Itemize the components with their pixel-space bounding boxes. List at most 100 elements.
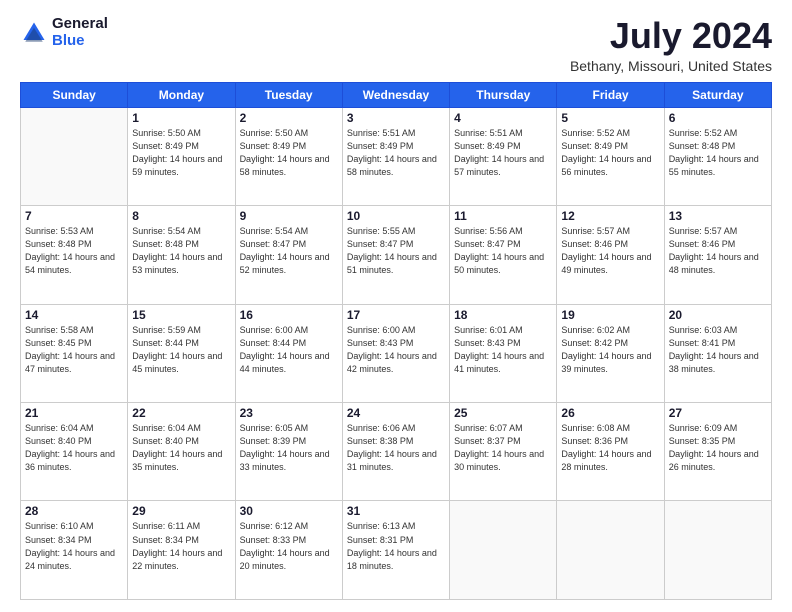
calendar-cell: 19 Sunrise: 6:02 AM Sunset: 8:42 PM Dayl… — [557, 304, 664, 402]
day-info: Sunrise: 6:02 AM Sunset: 8:42 PM Dayligh… — [561, 324, 659, 376]
calendar-table: SundayMondayTuesdayWednesdayThursdayFrid… — [20, 82, 772, 600]
calendar-day-header: Friday — [557, 82, 664, 107]
day-info: Sunrise: 6:06 AM Sunset: 8:38 PM Dayligh… — [347, 422, 445, 474]
calendar-cell: 8 Sunrise: 5:54 AM Sunset: 8:48 PM Dayli… — [128, 206, 235, 304]
calendar-cell — [557, 501, 664, 600]
calendar-cell: 14 Sunrise: 5:58 AM Sunset: 8:45 PM Dayl… — [21, 304, 128, 402]
day-number: 27 — [669, 406, 767, 420]
day-number: 25 — [454, 406, 552, 420]
calendar-cell: 11 Sunrise: 5:56 AM Sunset: 8:47 PM Dayl… — [450, 206, 557, 304]
day-info: Sunrise: 5:50 AM Sunset: 8:49 PM Dayligh… — [132, 127, 230, 179]
calendar-week-row: 28 Sunrise: 6:10 AM Sunset: 8:34 PM Dayl… — [21, 501, 772, 600]
day-number: 17 — [347, 308, 445, 322]
calendar-day-header: Saturday — [664, 82, 771, 107]
calendar-cell: 28 Sunrise: 6:10 AM Sunset: 8:34 PM Dayl… — [21, 501, 128, 600]
day-info: Sunrise: 5:57 AM Sunset: 8:46 PM Dayligh… — [561, 225, 659, 277]
calendar-cell: 4 Sunrise: 5:51 AM Sunset: 8:49 PM Dayli… — [450, 107, 557, 205]
day-number: 20 — [669, 308, 767, 322]
title-block: July 2024 Bethany, Missouri, United Stat… — [570, 16, 772, 74]
month-year: July 2024 — [570, 16, 772, 56]
calendar-day-header: Tuesday — [235, 82, 342, 107]
calendar-cell: 10 Sunrise: 5:55 AM Sunset: 8:47 PM Dayl… — [342, 206, 449, 304]
day-number: 21 — [25, 406, 123, 420]
day-number: 30 — [240, 504, 338, 518]
day-info: Sunrise: 6:00 AM Sunset: 8:43 PM Dayligh… — [347, 324, 445, 376]
logo-blue: Blue — [52, 33, 108, 50]
calendar-week-row: 7 Sunrise: 5:53 AM Sunset: 8:48 PM Dayli… — [21, 206, 772, 304]
day-info: Sunrise: 6:00 AM Sunset: 8:44 PM Dayligh… — [240, 324, 338, 376]
day-info: Sunrise: 6:11 AM Sunset: 8:34 PM Dayligh… — [132, 520, 230, 572]
calendar-cell: 13 Sunrise: 5:57 AM Sunset: 8:46 PM Dayl… — [664, 206, 771, 304]
day-info: Sunrise: 6:04 AM Sunset: 8:40 PM Dayligh… — [132, 422, 230, 474]
day-number: 12 — [561, 209, 659, 223]
logo-general: General — [52, 16, 108, 33]
calendar-cell: 31 Sunrise: 6:13 AM Sunset: 8:31 PM Dayl… — [342, 501, 449, 600]
day-number: 1 — [132, 111, 230, 125]
calendar-cell: 20 Sunrise: 6:03 AM Sunset: 8:41 PM Dayl… — [664, 304, 771, 402]
calendar-cell: 12 Sunrise: 5:57 AM Sunset: 8:46 PM Dayl… — [557, 206, 664, 304]
calendar-cell — [21, 107, 128, 205]
day-info: Sunrise: 5:54 AM Sunset: 8:47 PM Dayligh… — [240, 225, 338, 277]
day-number: 6 — [669, 111, 767, 125]
day-info: Sunrise: 5:54 AM Sunset: 8:48 PM Dayligh… — [132, 225, 230, 277]
calendar-cell: 21 Sunrise: 6:04 AM Sunset: 8:40 PM Dayl… — [21, 403, 128, 501]
logo-icon — [20, 19, 48, 47]
day-info: Sunrise: 5:56 AM Sunset: 8:47 PM Dayligh… — [454, 225, 552, 277]
calendar-cell: 15 Sunrise: 5:59 AM Sunset: 8:44 PM Dayl… — [128, 304, 235, 402]
day-number: 31 — [347, 504, 445, 518]
day-info: Sunrise: 5:50 AM Sunset: 8:49 PM Dayligh… — [240, 127, 338, 179]
logo: General Blue — [20, 16, 108, 49]
day-number: 2 — [240, 111, 338, 125]
day-number: 3 — [347, 111, 445, 125]
calendar-cell: 29 Sunrise: 6:11 AM Sunset: 8:34 PM Dayl… — [128, 501, 235, 600]
day-number: 13 — [669, 209, 767, 223]
calendar-cell: 27 Sunrise: 6:09 AM Sunset: 8:35 PM Dayl… — [664, 403, 771, 501]
calendar-header-row: SundayMondayTuesdayWednesdayThursdayFrid… — [21, 82, 772, 107]
calendar-cell: 22 Sunrise: 6:04 AM Sunset: 8:40 PM Dayl… — [128, 403, 235, 501]
day-number: 8 — [132, 209, 230, 223]
calendar-cell: 5 Sunrise: 5:52 AM Sunset: 8:49 PM Dayli… — [557, 107, 664, 205]
calendar-cell: 26 Sunrise: 6:08 AM Sunset: 8:36 PM Dayl… — [557, 403, 664, 501]
day-info: Sunrise: 6:10 AM Sunset: 8:34 PM Dayligh… — [25, 520, 123, 572]
day-number: 4 — [454, 111, 552, 125]
calendar-day-header: Thursday — [450, 82, 557, 107]
day-info: Sunrise: 6:12 AM Sunset: 8:33 PM Dayligh… — [240, 520, 338, 572]
calendar-cell: 6 Sunrise: 5:52 AM Sunset: 8:48 PM Dayli… — [664, 107, 771, 205]
day-number: 9 — [240, 209, 338, 223]
calendar-cell: 1 Sunrise: 5:50 AM Sunset: 8:49 PM Dayli… — [128, 107, 235, 205]
day-info: Sunrise: 5:52 AM Sunset: 8:49 PM Dayligh… — [561, 127, 659, 179]
day-info: Sunrise: 5:55 AM Sunset: 8:47 PM Dayligh… — [347, 225, 445, 277]
day-number: 26 — [561, 406, 659, 420]
calendar-week-row: 21 Sunrise: 6:04 AM Sunset: 8:40 PM Dayl… — [21, 403, 772, 501]
day-number: 23 — [240, 406, 338, 420]
calendar-cell: 2 Sunrise: 5:50 AM Sunset: 8:49 PM Dayli… — [235, 107, 342, 205]
page: General Blue July 2024 Bethany, Missouri… — [0, 0, 792, 612]
day-info: Sunrise: 5:57 AM Sunset: 8:46 PM Dayligh… — [669, 225, 767, 277]
calendar-cell: 23 Sunrise: 6:05 AM Sunset: 8:39 PM Dayl… — [235, 403, 342, 501]
day-info: Sunrise: 5:53 AM Sunset: 8:48 PM Dayligh… — [25, 225, 123, 277]
calendar-week-row: 14 Sunrise: 5:58 AM Sunset: 8:45 PM Dayl… — [21, 304, 772, 402]
day-info: Sunrise: 5:59 AM Sunset: 8:44 PM Dayligh… — [132, 324, 230, 376]
day-number: 14 — [25, 308, 123, 322]
calendar-day-header: Wednesday — [342, 82, 449, 107]
calendar-cell: 18 Sunrise: 6:01 AM Sunset: 8:43 PM Dayl… — [450, 304, 557, 402]
location: Bethany, Missouri, United States — [570, 58, 772, 74]
day-info: Sunrise: 5:51 AM Sunset: 8:49 PM Dayligh… — [347, 127, 445, 179]
day-number: 24 — [347, 406, 445, 420]
day-info: Sunrise: 6:09 AM Sunset: 8:35 PM Dayligh… — [669, 422, 767, 474]
calendar-cell: 7 Sunrise: 5:53 AM Sunset: 8:48 PM Dayli… — [21, 206, 128, 304]
calendar-cell: 30 Sunrise: 6:12 AM Sunset: 8:33 PM Dayl… — [235, 501, 342, 600]
calendar-day-header: Sunday — [21, 82, 128, 107]
day-info: Sunrise: 6:07 AM Sunset: 8:37 PM Dayligh… — [454, 422, 552, 474]
calendar-cell — [450, 501, 557, 600]
day-info: Sunrise: 6:08 AM Sunset: 8:36 PM Dayligh… — [561, 422, 659, 474]
day-number: 29 — [132, 504, 230, 518]
day-info: Sunrise: 5:52 AM Sunset: 8:48 PM Dayligh… — [669, 127, 767, 179]
day-info: Sunrise: 6:03 AM Sunset: 8:41 PM Dayligh… — [669, 324, 767, 376]
day-number: 11 — [454, 209, 552, 223]
calendar-cell: 16 Sunrise: 6:00 AM Sunset: 8:44 PM Dayl… — [235, 304, 342, 402]
day-number: 19 — [561, 308, 659, 322]
calendar-week-row: 1 Sunrise: 5:50 AM Sunset: 8:49 PM Dayli… — [21, 107, 772, 205]
calendar-cell: 25 Sunrise: 6:07 AM Sunset: 8:37 PM Dayl… — [450, 403, 557, 501]
day-number: 16 — [240, 308, 338, 322]
